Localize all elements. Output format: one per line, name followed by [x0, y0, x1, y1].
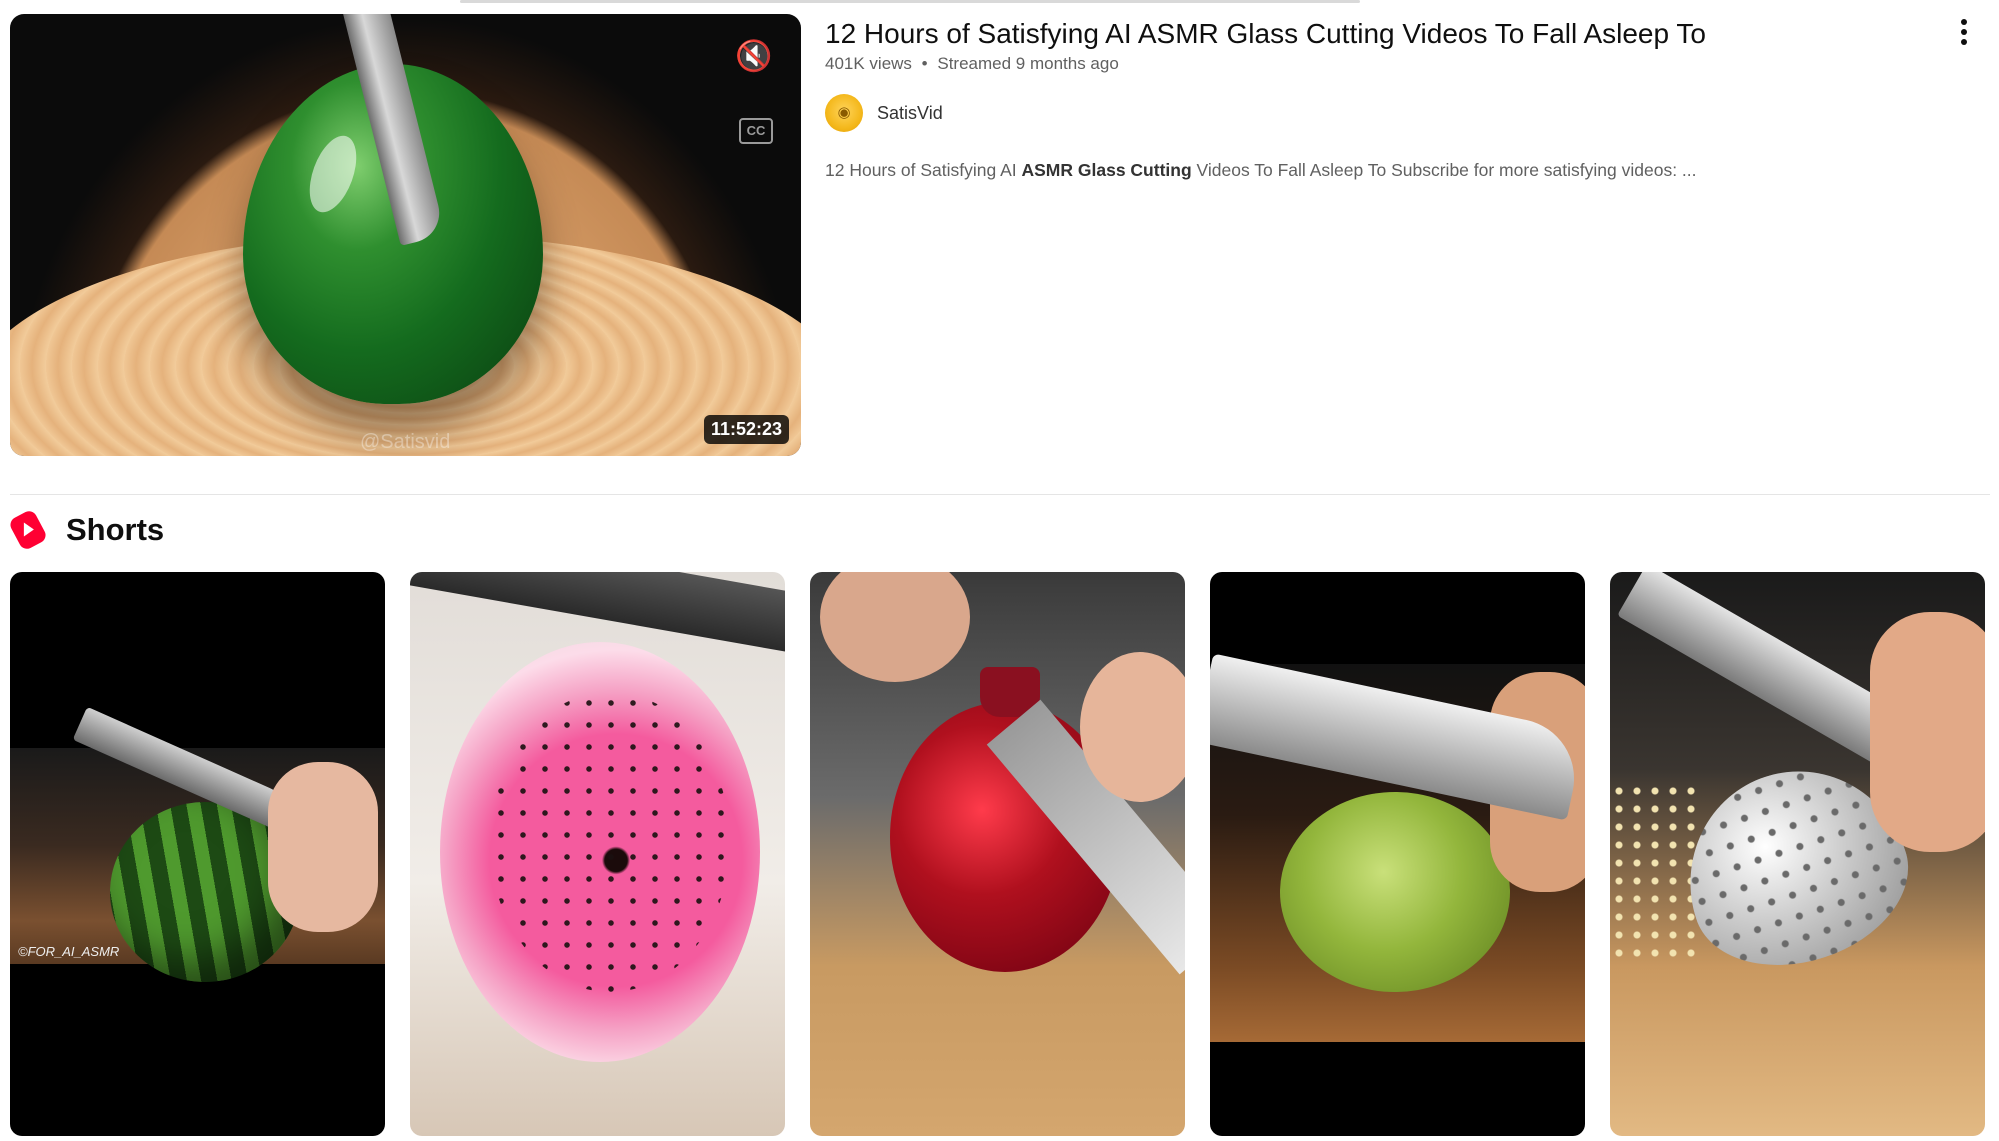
shorts-shelf: ©FOR_AI_ASMR [10, 572, 1994, 1136]
view-count: 401K views [825, 54, 912, 73]
shorts-title: Shorts [66, 512, 165, 547]
short-card-pomegranate[interactable] [810, 572, 1185, 1136]
seeds-pattern [490, 692, 730, 992]
youtube-shorts-icon [7, 508, 49, 552]
closed-captions-button[interactable]: CC [739, 118, 773, 144]
grape-image [1280, 792, 1510, 992]
short-card-dragon-fruit[interactable] [410, 572, 785, 1136]
shorts-header: Shorts [7, 508, 165, 552]
scrollbar-thumb[interactable] [460, 0, 1360, 3]
short-watermark: ©FOR_AI_ASMR [18, 944, 120, 959]
channel-avatar[interactable]: ◉ [825, 94, 863, 132]
section-divider [10, 494, 1990, 495]
short-card-watermelon[interactable]: ©FOR_AI_ASMR [10, 572, 385, 1136]
short-card-grape[interactable] [1210, 572, 1585, 1136]
description-text: 12 Hours of Satisfying AI [825, 160, 1022, 180]
hand-image [820, 572, 970, 682]
video-result: 🔇 CC @Satisvid 11:52:23 12 Hours of Sati… [10, 14, 1990, 456]
short-card-strawberry[interactable] [1610, 572, 1985, 1136]
channel-row[interactable]: ◉ SatisVid [825, 94, 1985, 132]
video-title[interactable]: 12 Hours of Satisfying AI ASMR Glass Cut… [825, 14, 1985, 54]
duration-badge: 11:52:23 [703, 415, 789, 444]
description-highlight: ASMR Glass Cutting [1021, 160, 1192, 180]
video-metadata: 401K views • Streamed 9 months ago [825, 54, 1985, 74]
speaker-muted-icon[interactable]: 🔇 [733, 36, 775, 78]
meta-separator: • [921, 54, 928, 73]
more-options-icon[interactable] [1952, 14, 1976, 50]
description-text-end: Videos To Fall Asleep To Subscribe for m… [1191, 160, 1697, 180]
video-thumbnail[interactable]: 🔇 CC @Satisvid 11:52:23 [10, 14, 801, 456]
channel-name[interactable]: SatisVid [877, 103, 943, 124]
flowers-image [1610, 782, 1700, 962]
stream-date: Streamed 9 months ago [937, 54, 1119, 73]
hand-image [268, 762, 378, 932]
video-description: 12 Hours of Satisfying AI ASMR Glass Cut… [825, 160, 1985, 181]
hand-image [1870, 612, 1985, 852]
thumbnail-watermark: @Satisvid [360, 431, 451, 453]
video-info: 12 Hours of Satisfying AI ASMR Glass Cut… [825, 14, 1985, 181]
